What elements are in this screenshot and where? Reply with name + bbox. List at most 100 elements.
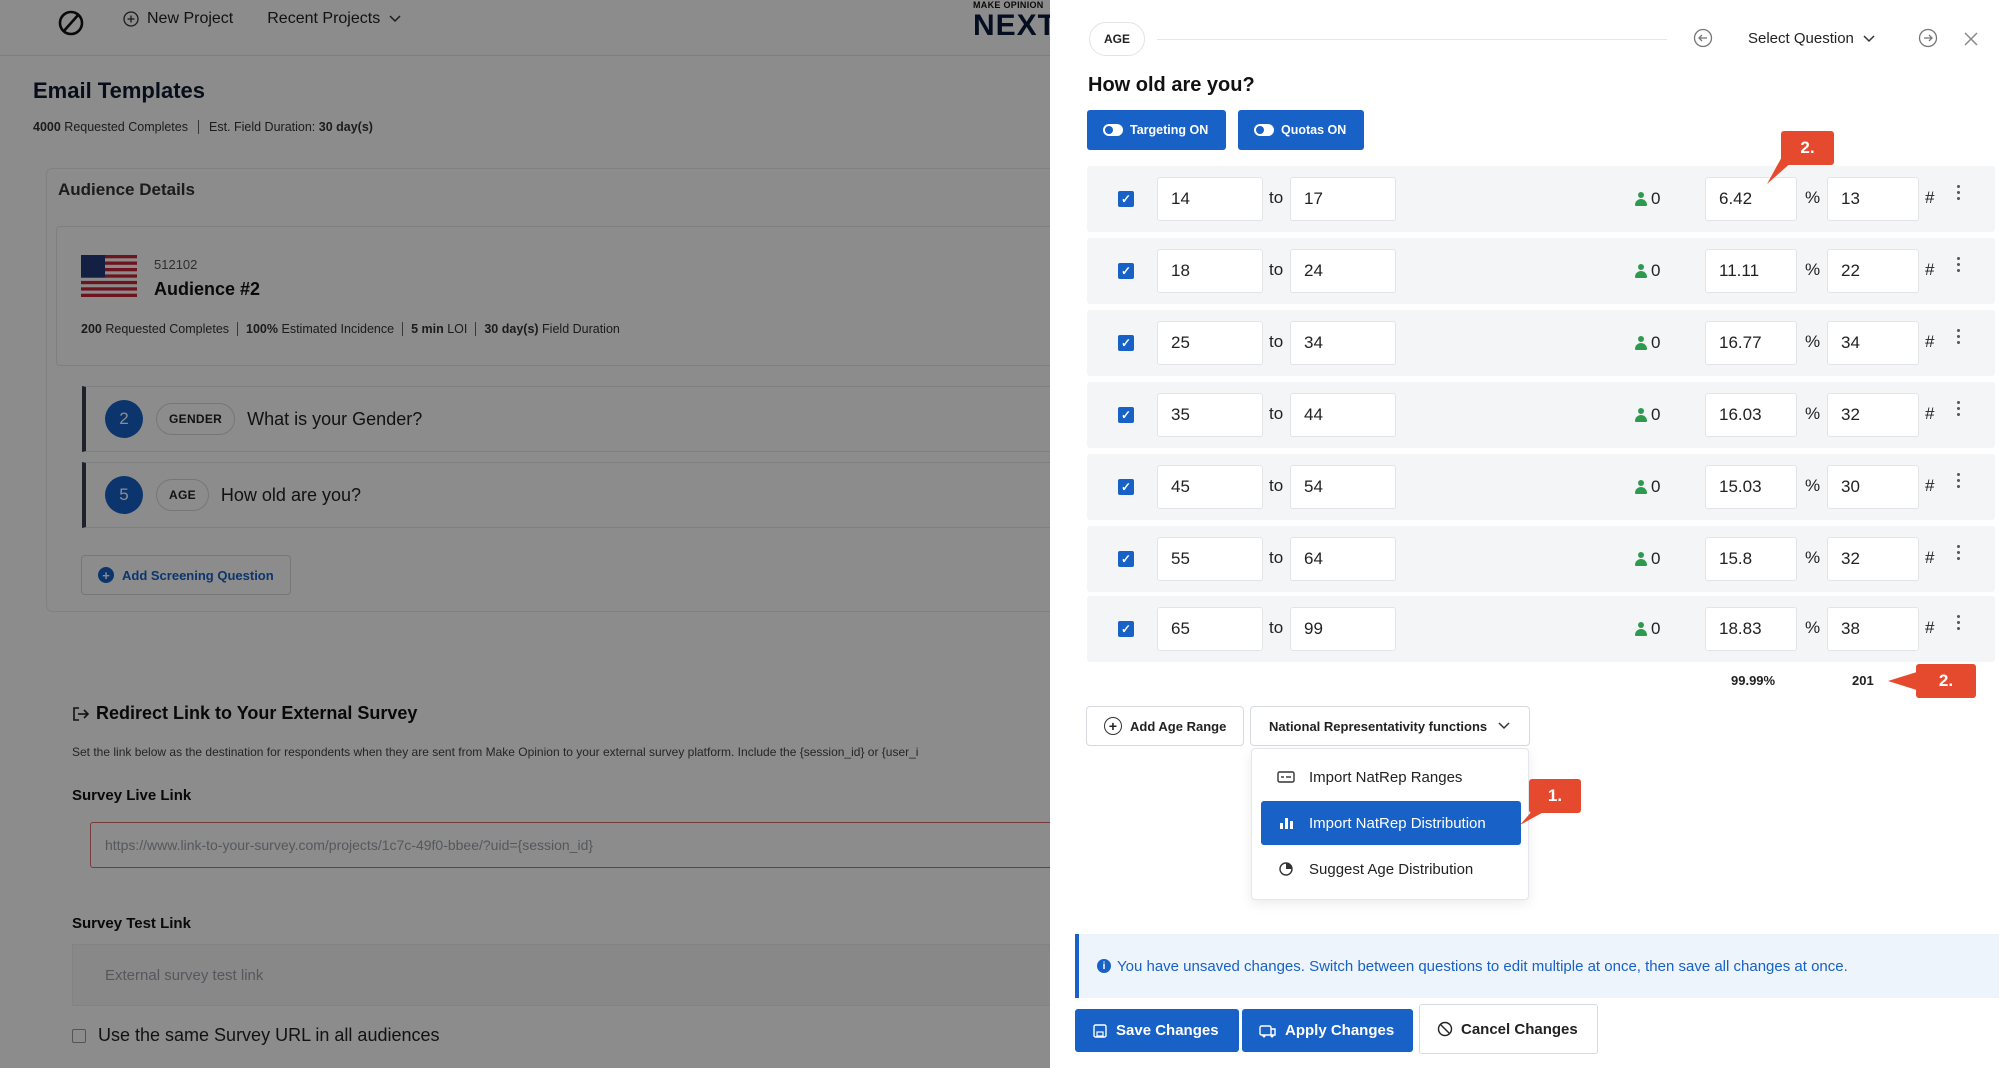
suggest-age-distribution-label: Suggest Age Distribution: [1309, 860, 1474, 878]
range-from-input[interactable]: 14: [1157, 177, 1263, 221]
range-to-label: to: [1269, 260, 1284, 279]
apply-icon: [1259, 1024, 1276, 1037]
percentage-input[interactable]: 18.83: [1705, 607, 1797, 651]
targeting-label: Targeting ON: [1130, 123, 1209, 137]
suggest-icon: [1279, 862, 1293, 876]
ranges-icon: [1277, 771, 1295, 783]
range-from-input[interactable]: 55: [1157, 537, 1263, 581]
range-to-label: to: [1269, 404, 1284, 423]
quota-count-input[interactable]: 30: [1827, 465, 1919, 509]
age-range-row: ✓ 14 to 17 0 6.42 % 13 #: [1087, 166, 1995, 232]
row-menu-icon[interactable]: [1957, 615, 1961, 635]
row-menu-icon[interactable]: [1957, 329, 1961, 349]
range-to-input[interactable]: 34: [1290, 321, 1396, 365]
next-question-icon[interactable]: [1918, 28, 1938, 48]
range-checkbox[interactable]: ✓: [1118, 335, 1134, 351]
select-question-label: Select Question: [1748, 30, 1854, 47]
respondent-count: 0: [1635, 477, 1660, 497]
apply-changes-button[interactable]: Apply Changes: [1242, 1009, 1413, 1052]
percent-symbol: %: [1805, 332, 1821, 351]
range-to-input[interactable]: 64: [1290, 537, 1396, 581]
range-to-input[interactable]: 54: [1290, 465, 1396, 509]
save-changes-label: Save Changes: [1116, 1022, 1219, 1039]
range-checkbox[interactable]: ✓: [1118, 479, 1134, 495]
range-to-input[interactable]: 99: [1290, 607, 1396, 651]
callout-1: 1.: [1529, 779, 1581, 813]
quota-count-input[interactable]: 38: [1827, 607, 1919, 651]
age-range-row: ✓ 25 to 34 0 16.77 % 34 #: [1087, 310, 1995, 376]
range-from-input[interactable]: 18: [1157, 249, 1263, 293]
row-menu-icon[interactable]: [1957, 185, 1961, 205]
range-to-input[interactable]: 17: [1290, 177, 1396, 221]
row-menu-icon[interactable]: [1957, 545, 1961, 565]
modal-backdrop[interactable]: [0, 0, 1050, 1068]
person-icon: [1635, 480, 1647, 494]
import-natrep-ranges-item[interactable]: Import NatRep Ranges: [1261, 755, 1521, 799]
person-icon: [1635, 264, 1647, 278]
suggest-age-distribution-item[interactable]: Suggest Age Distribution: [1261, 847, 1521, 891]
row-menu-icon[interactable]: [1957, 257, 1961, 277]
percentage-input[interactable]: 11.11: [1705, 249, 1797, 293]
quota-count-input[interactable]: 34: [1827, 321, 1919, 365]
unsaved-changes-text: You have unsaved changes. Switch between…: [1117, 957, 1848, 975]
range-checkbox[interactable]: ✓: [1118, 551, 1134, 567]
age-range-row: ✓ 65 to 99 0 18.83 % 38 #: [1087, 596, 1995, 662]
percent-symbol: %: [1805, 548, 1821, 567]
range-to-input[interactable]: 24: [1290, 249, 1396, 293]
range-checkbox[interactable]: ✓: [1118, 621, 1134, 637]
row-menu-icon[interactable]: [1957, 401, 1961, 421]
import-natrep-ranges-label: Import NatRep Ranges: [1309, 768, 1463, 786]
panel-question-title: How old are you?: [1088, 74, 1255, 96]
respondent-count: 0: [1635, 619, 1660, 639]
previous-question-icon[interactable]: [1693, 28, 1713, 48]
add-age-range-button[interactable]: + Add Age Range: [1086, 706, 1244, 746]
add-age-range-label: Add Age Range: [1130, 718, 1227, 734]
quota-count-input[interactable]: 13: [1827, 177, 1919, 221]
import-natrep-distribution-item[interactable]: Import NatRep Distribution: [1261, 801, 1521, 845]
percent-symbol: %: [1805, 260, 1821, 279]
hash-symbol: #: [1925, 404, 1935, 423]
quota-count-input[interactable]: 22: [1827, 249, 1919, 293]
age-range-row: ✓ 45 to 54 0 15.03 % 30 #: [1087, 454, 1995, 520]
percentage-input[interactable]: 16.03: [1705, 393, 1797, 437]
select-question-dropdown[interactable]: Select Question: [1748, 30, 1876, 47]
quotas-toggle[interactable]: Quotas ON: [1238, 110, 1365, 150]
range-checkbox[interactable]: ✓: [1118, 191, 1134, 207]
range-to-label: to: [1269, 188, 1284, 207]
hash-symbol: #: [1925, 260, 1935, 279]
natrep-functions-label: National Representativity functions: [1269, 718, 1488, 734]
range-from-input[interactable]: 45: [1157, 465, 1263, 509]
cancel-changes-button[interactable]: Cancel Changes: [1419, 1004, 1598, 1054]
targeting-toggle[interactable]: Targeting ON: [1087, 110, 1227, 150]
range-to-label: to: [1269, 548, 1284, 567]
save-changes-button[interactable]: Save Changes: [1075, 1009, 1239, 1052]
range-from-input[interactable]: 65: [1157, 607, 1263, 651]
question-tag-pill: AGE: [1089, 22, 1146, 56]
plus-circle-icon: +: [1104, 717, 1122, 735]
row-menu-icon[interactable]: [1957, 473, 1961, 493]
range-to-input[interactable]: 44: [1290, 393, 1396, 437]
chevron-down-icon: [1863, 34, 1875, 42]
info-icon: i: [1097, 959, 1111, 973]
person-icon: [1635, 408, 1647, 422]
person-icon: [1635, 552, 1647, 566]
natrep-functions-dropdown[interactable]: National Representativity functions: [1250, 706, 1530, 746]
respondent-count: 0: [1635, 405, 1660, 425]
range-from-input[interactable]: 35: [1157, 393, 1263, 437]
age-range-row: ✓ 18 to 24 0 11.11 % 22 #: [1087, 238, 1995, 304]
percent-symbol: %: [1805, 618, 1821, 637]
range-checkbox[interactable]: ✓: [1118, 407, 1134, 423]
hash-symbol: #: [1925, 476, 1935, 495]
quota-count-input[interactable]: 32: [1827, 537, 1919, 581]
quota-count-input[interactable]: 32: [1827, 393, 1919, 437]
percentage-input[interactable]: 15.03: [1705, 465, 1797, 509]
hash-symbol: #: [1925, 618, 1935, 637]
range-checkbox[interactable]: ✓: [1118, 263, 1134, 279]
respondent-count: 0: [1635, 189, 1660, 209]
person-icon: [1635, 336, 1647, 350]
close-icon[interactable]: [1962, 30, 1980, 48]
age-range-row: ✓ 35 to 44 0 16.03 % 32 #: [1087, 382, 1995, 448]
range-from-input[interactable]: 25: [1157, 321, 1263, 365]
percentage-input[interactable]: 16.77: [1705, 321, 1797, 365]
percentage-input[interactable]: 15.8: [1705, 537, 1797, 581]
